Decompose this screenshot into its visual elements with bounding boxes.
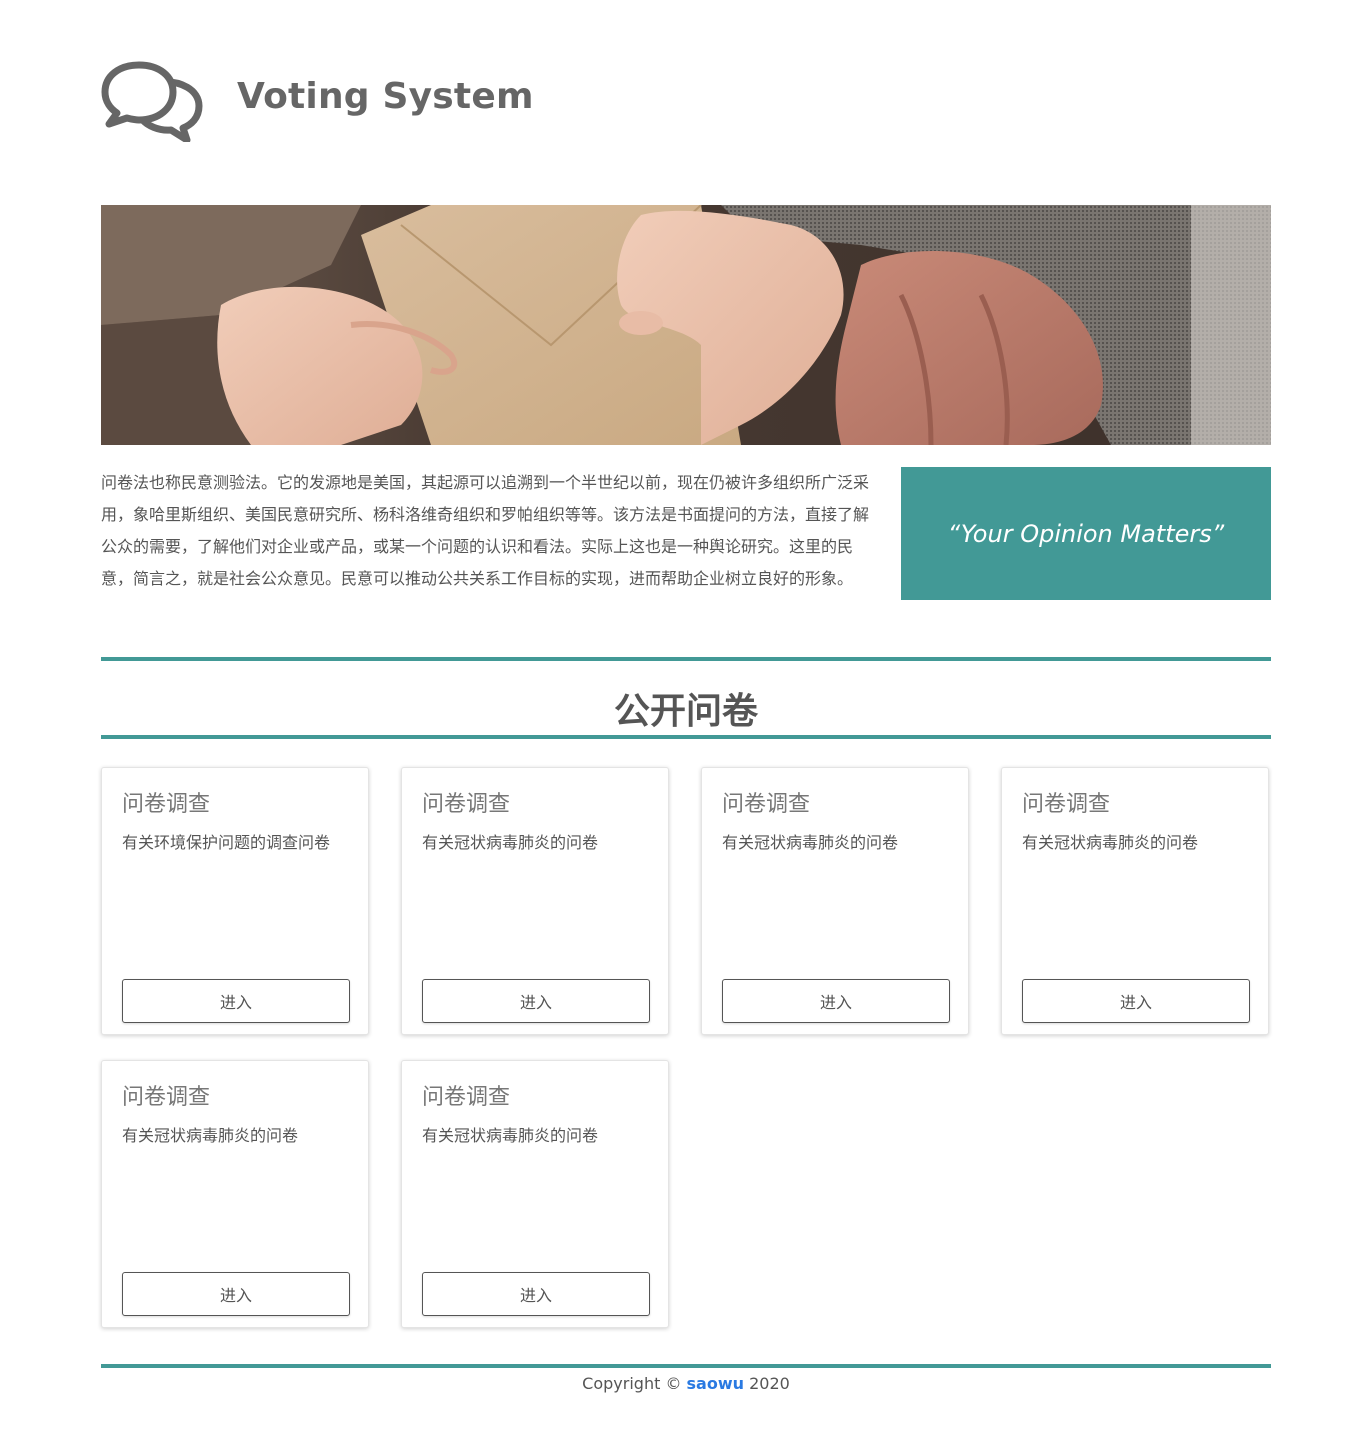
survey-card: 问卷调查 有关环境保护问题的调查问卷 进入 bbox=[101, 767, 369, 1035]
survey-card-title: 问卷调查 bbox=[422, 792, 511, 817]
survey-card: 问卷调查 有关冠状病毒肺炎的问卷 进入 bbox=[701, 767, 969, 1035]
enter-survey-button[interactable]: 进入 bbox=[122, 979, 350, 1023]
survey-card-description: 有关冠状病毒肺炎的问卷 bbox=[422, 833, 599, 852]
site-title[interactable]: Voting System bbox=[237, 76, 534, 117]
enter-survey-button[interactable]: 进入 bbox=[122, 1272, 350, 1316]
survey-card-description: 有关冠状病毒肺炎的问卷 bbox=[1022, 833, 1199, 852]
survey-card-description: 有关冠状病毒肺炎的问卷 bbox=[122, 1126, 299, 1145]
survey-card-title: 问卷调查 bbox=[122, 792, 211, 817]
survey-card: 问卷调查 有关冠状病毒肺炎的问卷 进入 bbox=[401, 767, 669, 1035]
survey-card-description: 有关冠状病毒肺炎的问卷 bbox=[722, 833, 899, 852]
enter-survey-button[interactable]: 进入 bbox=[1022, 979, 1250, 1023]
copyright-prefix: Copyright © bbox=[582, 1374, 682, 1393]
footer-divider bbox=[101, 1364, 1271, 1368]
enter-survey-button[interactable]: 进入 bbox=[722, 979, 950, 1023]
survey-card-title: 问卷调查 bbox=[122, 1085, 211, 1110]
chat-bubbles-icon bbox=[101, 61, 203, 142]
survey-card: 问卷调查 有关冠状病毒肺炎的问卷 进入 bbox=[1001, 767, 1269, 1035]
section-divider-top bbox=[101, 657, 1271, 661]
hero-photo bbox=[101, 205, 1271, 445]
hero-image bbox=[101, 205, 1271, 445]
section-divider-bottom bbox=[101, 735, 1271, 739]
survey-card: 问卷调查 有关冠状病毒肺炎的问卷 进入 bbox=[401, 1060, 669, 1328]
survey-card-description: 有关环境保护问题的调查问卷 bbox=[122, 833, 331, 852]
survey-card: 问卷调查 有关冠状病毒肺炎的问卷 进入 bbox=[101, 1060, 369, 1328]
quote-text: “Your Opinion Matters” bbox=[947, 519, 1225, 548]
section-title: 公开问卷 bbox=[613, 691, 758, 732]
copyright-year: 2020 bbox=[749, 1374, 790, 1393]
survey-card-title: 问卷调查 bbox=[1022, 792, 1111, 817]
intro-paragraph: 问卷法也称民意测验法。它的发源地是美国，其起源可以追溯到一个半世纪以前，现在仍被… bbox=[101, 473, 870, 588]
survey-card-description: 有关冠状病毒肺炎的问卷 bbox=[422, 1126, 599, 1145]
enter-survey-button[interactable]: 进入 bbox=[422, 1272, 650, 1316]
author-link[interactable]: saowu bbox=[687, 1374, 744, 1393]
site-header: Voting System bbox=[101, 58, 1271, 148]
quote-box: “Your Opinion Matters” bbox=[901, 467, 1271, 600]
enter-survey-button[interactable]: 进入 bbox=[422, 979, 650, 1023]
survey-card-title: 问卷调查 bbox=[422, 1085, 511, 1110]
footer: Copyright © saowu 2020 bbox=[101, 1374, 1271, 1393]
survey-card-title: 问卷调查 bbox=[722, 792, 811, 817]
